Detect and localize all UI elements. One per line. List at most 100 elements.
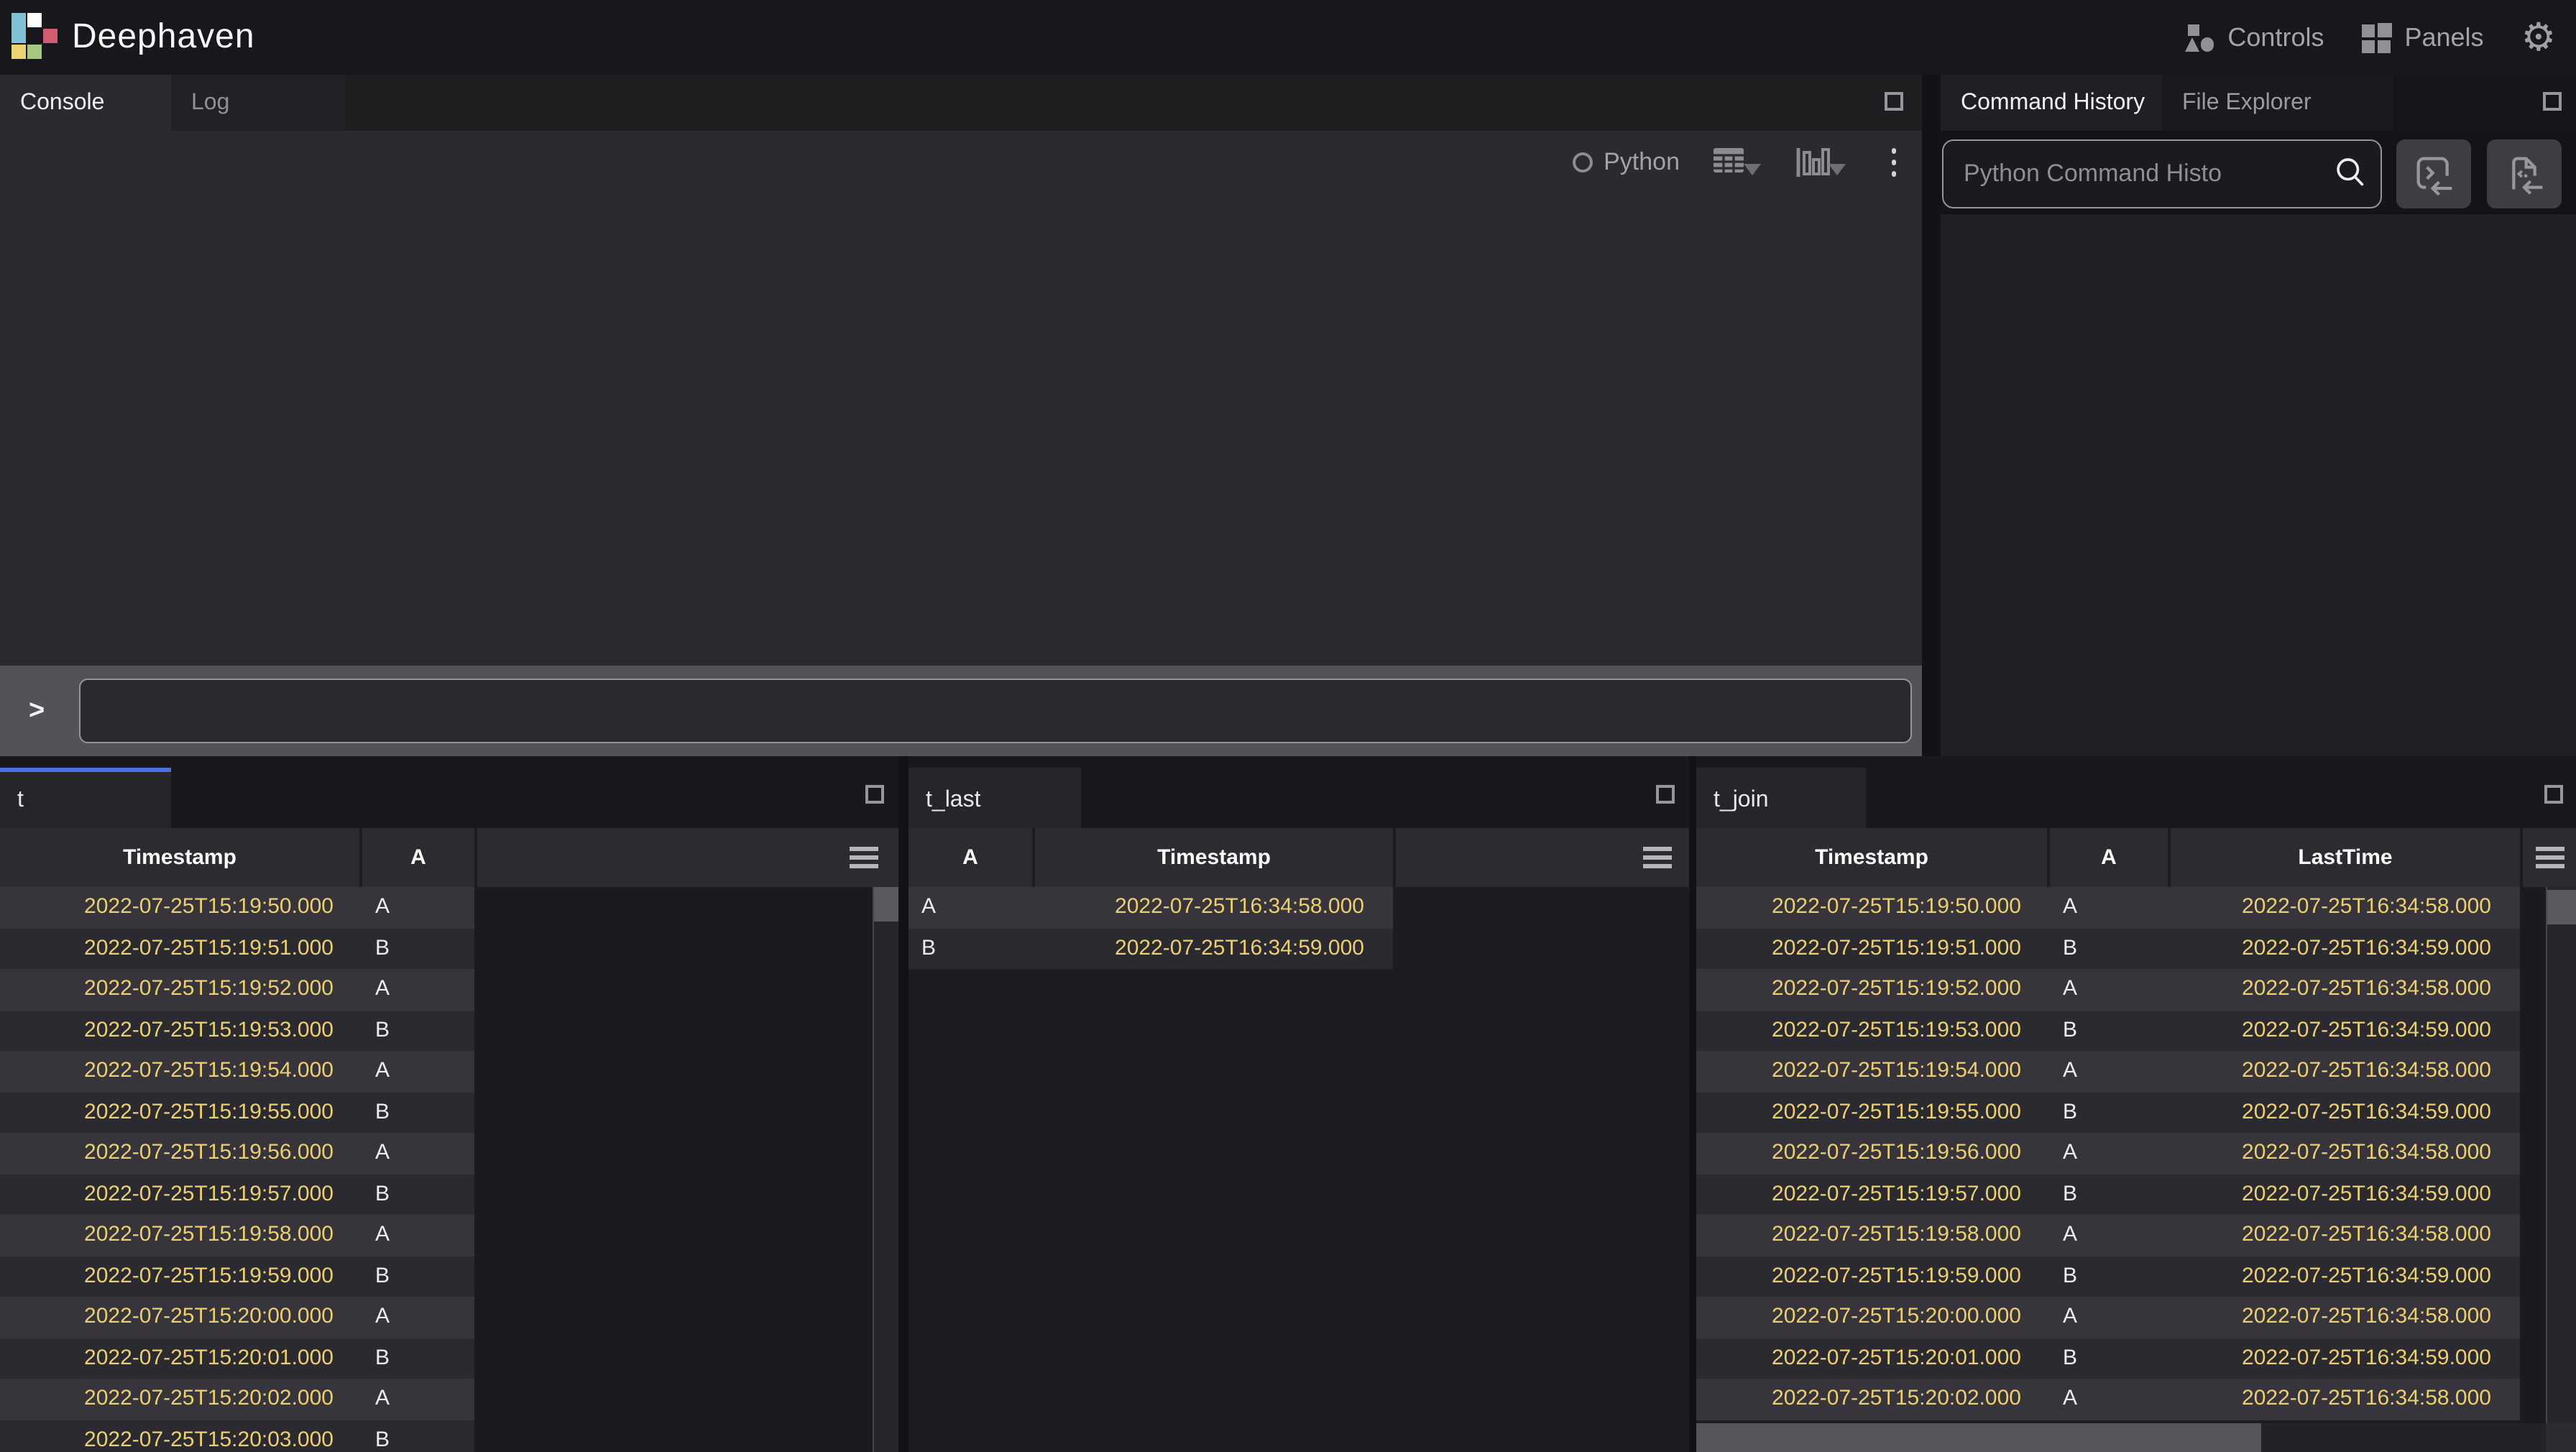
column-header-timestamp[interactable]: Timestamp [0, 828, 359, 887]
maximize-icon[interactable] [1656, 785, 1675, 804]
table-cell: B [2050, 928, 2171, 969]
table-icon [1711, 147, 1747, 178]
tab-t-join[interactable]: t_join [1696, 768, 1866, 828]
table-row[interactable]: 2022-07-25T15:20:03.000B [0, 1420, 474, 1452]
controls-menu-button[interactable]: Controls [2184, 22, 2324, 52]
panels-menu-button[interactable]: Panels [2361, 22, 2483, 52]
table-row[interactable]: 2022-07-25T15:19:54.000A2022-07-25T16:34… [1696, 1051, 2520, 1092]
horizontal-scrollbar[interactable] [1696, 1423, 2576, 1452]
chevron-down-icon [1828, 164, 1845, 175]
table-row[interactable]: 2022-07-25T15:19:59.000B2022-07-25T16:34… [1696, 1256, 2520, 1297]
tab-file-explorer[interactable]: File Explorer [2162, 75, 2393, 131]
table-cell: 2022-07-25T16:34:58.000 [2171, 887, 2520, 928]
tab-log[interactable]: Log [171, 75, 345, 131]
scrollbar-corner [2546, 1423, 2576, 1452]
table-row[interactable]: 2022-07-25T15:19:52.000A [0, 969, 474, 1010]
table-row[interactable]: 2022-07-25T15:19:56.000A2022-07-25T16:34… [1696, 1133, 2520, 1174]
maximize-icon[interactable] [1885, 92, 1903, 111]
command-history-list[interactable] [1941, 214, 2576, 756]
table-row[interactable]: 2022-07-25T15:20:00.000A [0, 1297, 474, 1338]
send-to-notebook-button[interactable] [2487, 139, 2562, 208]
table-row[interactable]: 2022-07-25T15:20:00.000A2022-07-25T16:34… [1696, 1297, 2520, 1338]
table-cell: A [2050, 1215, 2171, 1256]
panel-divider[interactable] [1922, 75, 1941, 756]
settings-button[interactable]: ⚙ [2521, 18, 2556, 57]
tab-t-last-label: t_last [926, 787, 981, 813]
table-row[interactable]: B2022-07-25T16:34:59.000 [908, 928, 1393, 969]
console-output-area[interactable]: Python [0, 131, 1922, 666]
table-row[interactable]: 2022-07-25T15:20:02.000A [0, 1379, 474, 1420]
deephaven-app: Deephaven Controls Panels ⚙ Console [0, 0, 2576, 1452]
tab-command-history[interactable]: Command History [1941, 75, 2162, 131]
table-cell: A [2050, 887, 2171, 928]
scrollbar-thumb[interactable] [2547, 890, 2576, 924]
table-row[interactable]: 2022-07-25T15:19:56.000A [0, 1133, 474, 1174]
table-row[interactable]: 2022-07-25T15:19:57.000B2022-07-25T16:34… [1696, 1174, 2520, 1215]
column-header-timestamp[interactable]: Timestamp [1035, 828, 1393, 887]
table-row[interactable]: 2022-07-25T15:20:01.000B2022-07-25T16:34… [1696, 1338, 2520, 1379]
table-menu-icon[interactable] [1643, 847, 1672, 868]
table-row[interactable]: 2022-07-25T15:19:51.000B [0, 928, 474, 969]
tab-t[interactable]: t [0, 768, 171, 828]
scrollbar-track[interactable] [2261, 1423, 2546, 1452]
table-row[interactable]: 2022-07-25T15:19:58.000A [0, 1215, 474, 1256]
table-cell: 2022-07-25T16:34:59.000 [2171, 1092, 2520, 1133]
table-cell: 2022-07-25T15:20:02.000 [0, 1379, 362, 1420]
table-row[interactable]: 2022-07-25T15:19:59.000B [0, 1256, 474, 1297]
overflow-menu-button[interactable] [1882, 145, 1905, 179]
scrollbar-thumb[interactable] [1696, 1423, 2261, 1452]
table-cell: 2022-07-25T15:19:55.000 [1696, 1092, 2050, 1133]
open-table-dropdown-button[interactable] [1711, 147, 1760, 178]
history-search-input[interactable] [1942, 139, 2382, 208]
table-cell: A [362, 1133, 474, 1174]
console-tab-bar: Console Log [0, 75, 1922, 131]
scrollbar-thumb[interactable] [874, 887, 898, 922]
table-row[interactable]: 2022-07-25T15:19:51.000B2022-07-25T16:34… [1696, 928, 2520, 969]
table-cell: 2022-07-25T15:20:00.000 [0, 1297, 362, 1338]
maximize-icon[interactable] [865, 785, 884, 804]
gear-icon: ⚙ [2521, 18, 2556, 57]
table-row[interactable]: 2022-07-25T15:19:57.000B [0, 1174, 474, 1215]
tab-console[interactable]: Console [0, 75, 171, 131]
table-cell: 2022-07-25T15:19:54.000 [1696, 1051, 2050, 1092]
table-row[interactable]: 2022-07-25T15:19:50.000A [0, 887, 474, 928]
table-cell: A [2050, 1297, 2171, 1338]
table-row[interactable]: A2022-07-25T16:34:58.000 [908, 887, 1393, 928]
column-header-lasttime[interactable]: LastTime [2171, 828, 2520, 887]
console-input[interactable] [79, 679, 1912, 743]
table-row[interactable]: 2022-07-25T15:19:50.000A2022-07-25T16:34… [1696, 887, 2520, 928]
maximize-icon[interactable] [2543, 92, 2562, 111]
column-header-a[interactable]: A [908, 828, 1032, 887]
vertical-scrollbar[interactable] [2546, 887, 2576, 1423]
send-to-console-button[interactable] [2396, 139, 2471, 208]
open-chart-dropdown-button[interactable] [1795, 147, 1845, 178]
table-row[interactable]: 2022-07-25T15:20:02.000A2022-07-25T16:34… [1696, 1379, 2520, 1420]
deephaven-logo-icon [12, 13, 59, 60]
table-cell: A [362, 1379, 474, 1420]
table-cell: 2022-07-25T16:34:58.000 [2171, 1133, 2520, 1174]
history-tab-bar: Command History File Explorer [1941, 75, 2576, 131]
table-row[interactable]: 2022-07-25T15:20:01.000B [0, 1338, 474, 1379]
column-header-timestamp[interactable]: Timestamp [1696, 828, 2047, 887]
table-cell: 2022-07-25T16:34:58.000 [2171, 969, 2520, 1010]
table-cell: 2022-07-25T15:19:52.000 [1696, 969, 2050, 1010]
table-row[interactable]: 2022-07-25T15:19:58.000A2022-07-25T16:34… [1696, 1215, 2520, 1256]
column-header-a[interactable]: A [362, 828, 474, 887]
table-cell: 2022-07-25T15:19:50.000 [0, 887, 362, 928]
table-row[interactable]: 2022-07-25T15:19:55.000B2022-07-25T16:34… [1696, 1092, 2520, 1133]
table-rows: 2022-07-25T15:19:50.000A2022-07-25T15:19… [0, 887, 474, 1452]
table-row[interactable]: 2022-07-25T15:19:53.000B2022-07-25T16:34… [1696, 1010, 2520, 1051]
tab-t-last[interactable]: t_last [908, 768, 1081, 828]
table-row[interactable]: 2022-07-25T15:19:53.000B [0, 1010, 474, 1051]
maximize-icon[interactable] [2544, 785, 2563, 804]
table-row[interactable]: 2022-07-25T15:19:52.000A2022-07-25T16:34… [1696, 969, 2520, 1010]
table-cell: 2022-07-25T16:34:58.000 [2171, 1215, 2520, 1256]
table-menu-icon[interactable] [850, 847, 878, 868]
tab-console-label: Console [20, 90, 104, 116]
vertical-scrollbar[interactable] [873, 887, 898, 1452]
table-menu-icon[interactable] [2536, 847, 2564, 868]
table-row[interactable]: 2022-07-25T15:19:55.000B [0, 1092, 474, 1133]
table-row[interactable]: 2022-07-25T15:19:54.000A [0, 1051, 474, 1092]
chevron-down-icon [1743, 165, 1760, 176]
column-header-a[interactable]: A [2050, 828, 2168, 887]
